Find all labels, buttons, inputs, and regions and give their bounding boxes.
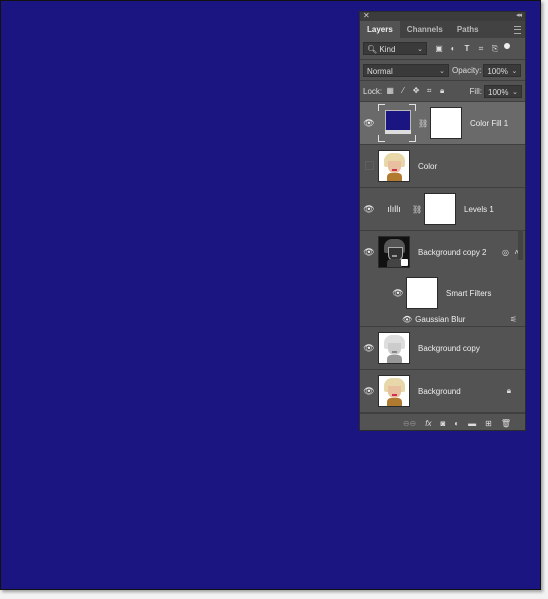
layers-panel: ✕ ◂◂ Layers Channels Paths 🔍︎ Kind ⌄ ▣ ◐… — [359, 11, 526, 431]
chevron-down-icon[interactable]: ⌄ — [511, 65, 517, 78]
visibility-eye-icon[interactable]: 👁︎ — [392, 288, 404, 299]
layer-color-fill-1[interactable]: 👁︎ ⛓︎ Color Fill 1 — [360, 102, 525, 145]
layer-name[interactable]: Color — [418, 162, 437, 171]
layer-background[interactable]: 👁︎ Background 🔒︎ — [360, 370, 525, 413]
smart-filter-mask-thumbnail[interactable] — [406, 277, 438, 309]
blending-options-icon[interactable]: ⚟ — [510, 315, 517, 324]
opacity-input[interactable]: 100% ⌄ — [483, 63, 522, 78]
visibility-off-toggle[interactable] — [360, 161, 378, 172]
layer-mask-thumbnail[interactable] — [424, 193, 456, 225]
filter-kind-select[interactable]: 🔍︎ Kind ⌄ — [363, 42, 427, 55]
chevron-down-icon[interactable]: ⌄ — [512, 86, 518, 99]
smart-filter-indicator-icon[interactable]: ◎ — [502, 248, 509, 257]
new-adjustment-icon[interactable]: ◐ — [454, 419, 459, 428]
lock-pixels-icon[interactable]: ⁄ — [399, 87, 407, 95]
collapse-icon[interactable]: ◂◂ — [516, 11, 522, 19]
tab-layers[interactable]: Layers — [360, 21, 400, 38]
layer-name[interactable]: Levels 1 — [464, 205, 494, 214]
tab-channels[interactable]: Channels — [400, 21, 450, 38]
fill-input[interactable]: 100% ⌄ — [484, 84, 522, 99]
smart-filters-row[interactable]: 👁︎ Smart Filters — [360, 273, 525, 313]
layer-background-copy[interactable]: 👁︎ Background copy — [360, 327, 525, 370]
lock-row: Lock: ▦ ⁄ ✥ ⌗ 🔒︎ Fill: 100% ⌄ — [360, 81, 525, 102]
layer-mask-thumbnail[interactable] — [430, 107, 462, 139]
filter-name[interactable]: Gaussian Blur — [415, 315, 465, 324]
new-group-icon[interactable]: ▬ — [468, 419, 476, 428]
delete-icon[interactable]: 🗑︎ — [501, 419, 511, 428]
fill-thumbnail[interactable] — [378, 104, 416, 142]
new-layer-icon[interactable]: ⊞ — [485, 419, 492, 428]
smart-object-badge-icon — [401, 259, 408, 266]
layer-color[interactable]: Color — [360, 145, 525, 188]
search-icon: 🔍︎ — [367, 45, 378, 54]
fx-icon[interactable]: fx — [425, 419, 431, 428]
panel-tabs: Layers Channels Paths — [360, 21, 525, 38]
link-layers-icon[interactable]: ⊖⊖ — [403, 419, 416, 428]
adjustment-filter-icon[interactable]: ◐ — [449, 44, 457, 53]
visibility-eye-icon[interactable]: 👁︎ — [360, 118, 378, 129]
levels-histogram-icon[interactable]: ılıllı — [378, 204, 410, 214]
blend-mode-select[interactable]: Normal ⌄ — [363, 63, 449, 77]
layer-name[interactable]: Background copy 2 — [418, 248, 487, 257]
add-mask-icon[interactable]: ◙ — [440, 419, 445, 428]
layer-thumbnail[interactable] — [378, 375, 410, 407]
lock-artboard-icon[interactable]: ⌗ — [425, 87, 433, 95]
chevron-down-icon: ⌄ — [439, 67, 445, 75]
smart-filters-label: Smart Filters — [446, 288, 492, 298]
lock-all-icon[interactable]: 🔒︎ — [438, 87, 446, 95]
layers-list: 👁︎ ⛓︎ Color Fill 1 Color 👁︎ ılıllı ⛓︎ Le… — [360, 102, 525, 413]
smart-object-filter-icon[interactable]: ⎘ — [491, 44, 499, 53]
visibility-eye-icon[interactable]: 👁︎ — [402, 315, 412, 324]
type-filter-icon[interactable]: T — [463, 44, 471, 53]
close-icon[interactable]: ✕ — [363, 11, 370, 20]
layer-name[interactable]: Background — [418, 387, 461, 396]
lock-position-icon[interactable]: ✥ — [412, 87, 420, 95]
panel-menu-icon[interactable] — [514, 26, 521, 34]
panel-footer: ⊖⊖ fx ◙ ◐ ▬ ⊞ 🗑︎ — [360, 413, 525, 432]
smart-filter-gaussian-blur[interactable]: 👁︎ Gaussian Blur ⚟ — [360, 313, 525, 327]
filter-toggle[interactable] — [504, 42, 510, 49]
filter-row: 🔍︎ Kind ⌄ ▣ ◐ T ⌗ ⎘ — [360, 38, 525, 60]
visibility-eye-icon[interactable]: 👁︎ — [360, 204, 378, 215]
layer-name[interactable]: Background copy — [418, 344, 480, 353]
layers-scrollbar[interactable] — [518, 230, 523, 260]
lock-label: Lock: — [363, 86, 383, 96]
layer-background-copy-2[interactable]: 👁︎ Background copy 2 ◎ ˄ — [360, 231, 525, 273]
visibility-eye-icon[interactable]: 👁︎ — [360, 386, 378, 397]
fill-label: Fill: — [469, 86, 482, 96]
fill-color-swatch — [385, 110, 411, 132]
layer-thumbnail[interactable] — [378, 332, 410, 364]
mask-link-icon[interactable]: ⛓︎ — [412, 205, 422, 214]
mask-link-icon[interactable]: ⛓︎ — [418, 119, 428, 128]
visibility-eye-icon[interactable]: 👁︎ — [360, 247, 378, 258]
layer-thumbnail[interactable] — [378, 236, 410, 268]
panel-title-bar: ✕ ◂◂ — [360, 11, 525, 21]
layer-name[interactable]: Color Fill 1 — [470, 119, 508, 128]
blend-row: Normal ⌄ Opacity: 100% ⌄ — [360, 60, 525, 81]
layer-levels-1[interactable]: 👁︎ ılıllı ⛓︎ Levels 1 — [360, 188, 525, 231]
layer-thumbnail[interactable] — [378, 150, 410, 182]
opacity-label: Opacity: — [452, 65, 482, 75]
tab-paths[interactable]: Paths — [450, 21, 486, 38]
chevron-down-icon: ⌄ — [417, 46, 423, 53]
lock-transparent-icon[interactable]: ▦ — [386, 87, 394, 95]
shape-filter-icon[interactable]: ⌗ — [477, 44, 485, 53]
visibility-eye-icon[interactable]: 👁︎ — [360, 343, 378, 354]
lock-icon: 🔒︎ — [506, 386, 511, 395]
pixel-filter-icon[interactable]: ▣ — [435, 44, 443, 53]
